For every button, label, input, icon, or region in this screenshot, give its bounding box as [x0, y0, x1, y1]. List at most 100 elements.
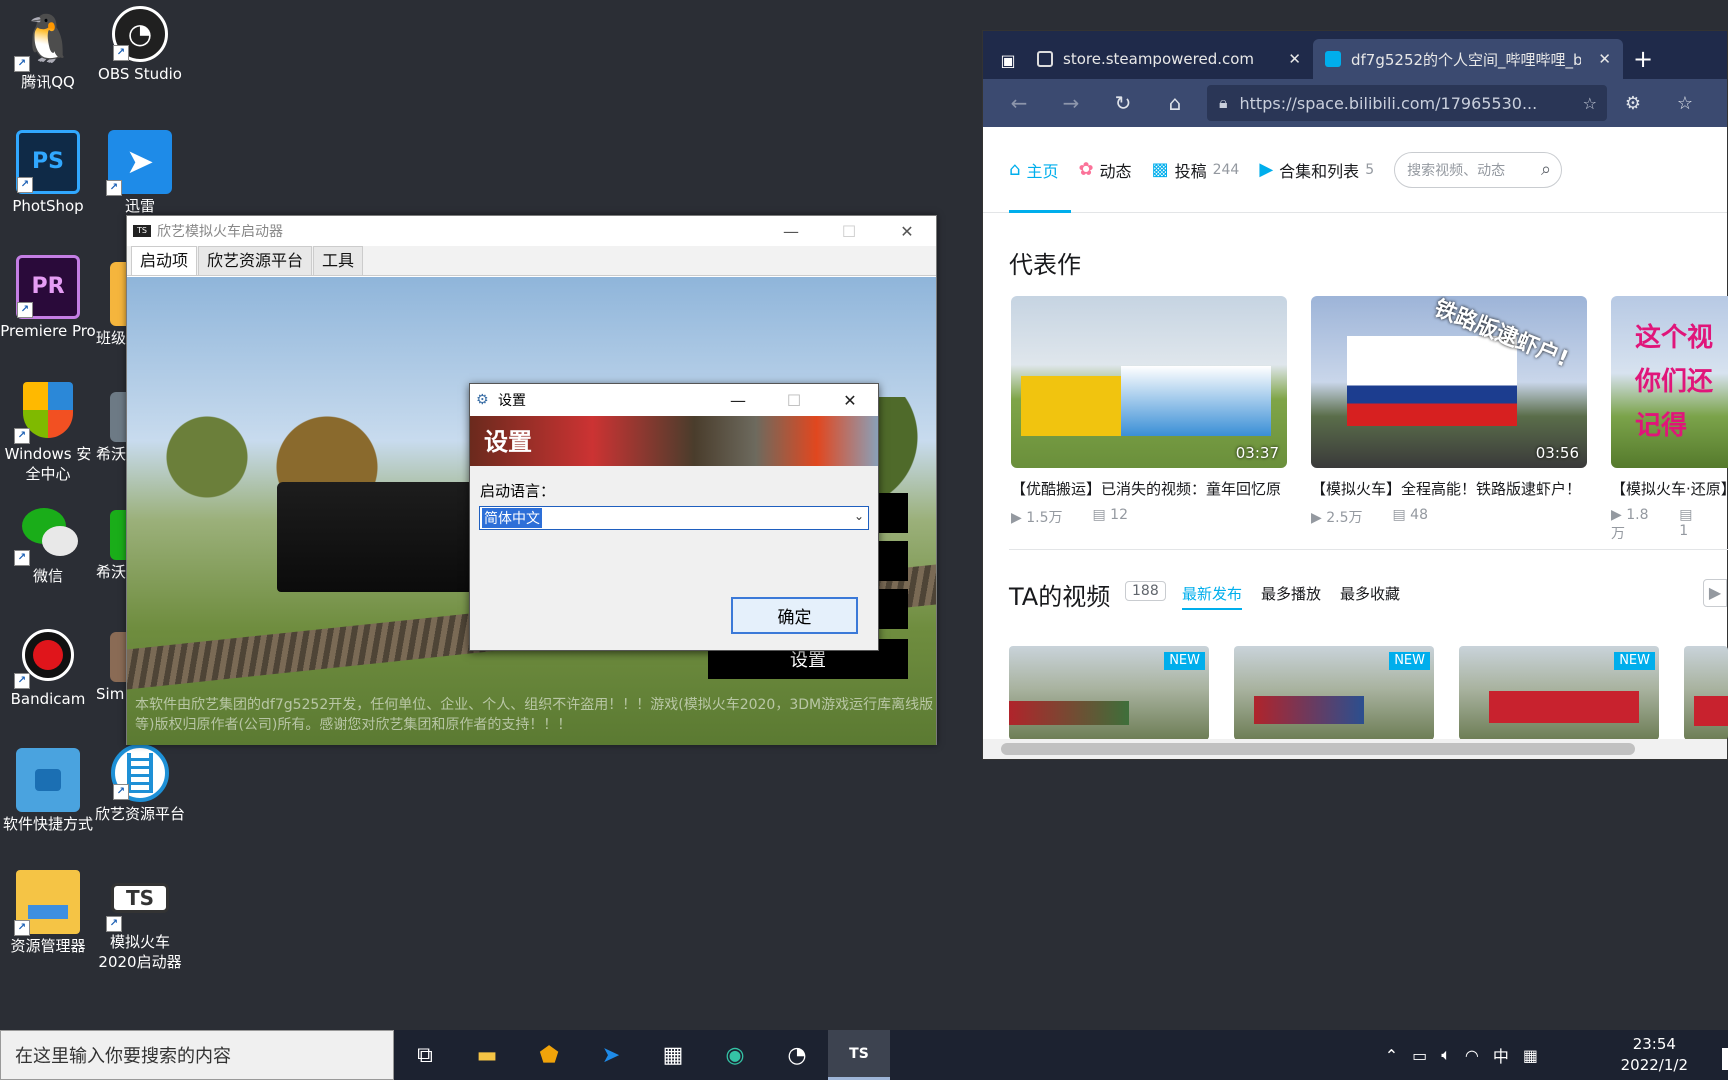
featured-video-card[interactable]: 03:37 【优酷搬运】已消失的视频：童年回忆原 ▶ 1.5万 ▤ 12 — [1011, 296, 1287, 527]
new-badge: NEW — [1389, 652, 1430, 670]
bilibili-icon — [1325, 51, 1341, 67]
system-tray: ⌃ ▭ 🔈︎ ◠ 中 ▦ — [1371, 1030, 1538, 1080]
chevron-up-icon[interactable]: ⌃ — [1385, 1046, 1398, 1065]
browser-tab-bilibili[interactable]: df7g5252的个人空间_哔哩哔哩_b ✕ — [1313, 39, 1623, 79]
browser-tab-steam[interactable]: store.steampowered.com ✕ — [1025, 39, 1313, 79]
ime-mode-icon[interactable]: ▦ — [1523, 1046, 1538, 1065]
clock-time: 23:54 — [1632, 1035, 1676, 1053]
tab-tools[interactable]: 工具 — [313, 246, 364, 275]
desktop-icon-obs[interactable]: ◔ ↗ OBS Studio — [92, 6, 188, 84]
featured-video-card[interactable]: 铁路版逮虾户! 03:56 【模拟火车】全程高能！铁路版逮虾户！ ▶ 2.5万 ▤… — [1311, 296, 1587, 527]
video-thumbnail[interactable]: 03:37 — [1011, 296, 1287, 468]
dialog-titlebar[interactable]: ⚙ 设置 — ☐ ✕ — [470, 384, 878, 416]
nav-home[interactable]: ⌂ 主页 — [1009, 158, 1058, 182]
desktop-icon-xunlei[interactable]: ➤ ↗ 迅雷 — [92, 130, 188, 216]
danmaku-count: ▤ 12 — [1092, 507, 1128, 523]
launcher-tabs: 启动项 欣艺资源平台 工具 — [127, 246, 936, 276]
dialog-minimize-button[interactable]: — — [710, 384, 766, 416]
collection-icon: ▶ — [1259, 159, 1274, 180]
new-tab-button[interactable]: + — [1623, 39, 1663, 79]
battery-icon[interactable]: ▭ — [1412, 1046, 1427, 1065]
video-thumbnail[interactable]: NEW — [1009, 646, 1209, 740]
desktop-icon-xinyi-platform[interactable]: ↗ 欣艺资源平台 — [92, 744, 188, 824]
lock-icon: 🔒︎ — [1219, 93, 1228, 112]
tab-resource-platform[interactable]: 欣艺资源平台 — [198, 246, 313, 275]
desktop-icon-bandicam[interactable]: ↗ Bandicam — [0, 623, 96, 709]
address-bar[interactable]: 🔒︎ https://space.bilibili.com/17965530..… — [1207, 85, 1607, 121]
language-select[interactable]: 简体中文 ⌄ — [479, 506, 869, 530]
minimize-button[interactable]: — — [762, 216, 820, 246]
video-thumbnail[interactable]: 铁路版逮虾户! 03:56 — [1311, 296, 1587, 468]
edge-icon[interactable]: ◉ — [704, 1030, 766, 1080]
video-tab-most-played[interactable]: 最多播放 — [1261, 583, 1321, 604]
launcher-titlebar[interactable]: TS 欣艺模拟火车启动器 — ☐ ✕ — [127, 216, 936, 246]
space-search-input[interactable]: 搜索视频、动态 ⌕ — [1394, 151, 1563, 188]
nav-dynamic[interactable]: ✿ 动态 — [1078, 158, 1131, 182]
back-button[interactable]: ← — [993, 91, 1045, 115]
video-thumbnail[interactable]: NEW — [1459, 646, 1659, 740]
task-view-icon[interactable]: ⧉ — [394, 1030, 456, 1080]
ts-app-icon: TS — [133, 225, 151, 237]
close-tab-icon[interactable]: ✕ — [1288, 50, 1301, 68]
obs-taskbar-icon[interactable]: ◔ — [766, 1030, 828, 1080]
featured-video-card[interactable]: 这个视 你们还记得 【模拟火车·还原】 ▶ 1.8万 ▤ 1 — [1611, 296, 1728, 543]
play-count: ▶ 1.5万 — [1011, 510, 1063, 526]
dialog-close-button[interactable]: ✕ — [822, 384, 878, 416]
browser-window: ▣ store.steampowered.com ✕ df7g5252的个人空间… — [982, 30, 1728, 760]
desktop-icon-premiere[interactable]: PR ↗ Premiere Pro — [0, 255, 96, 341]
forward-button[interactable]: → — [1045, 91, 1097, 115]
ts-launcher-taskbar-icon[interactable]: TS — [828, 1030, 890, 1080]
tab-actions-icon[interactable]: ▣ — [991, 41, 1025, 79]
wifi-icon[interactable]: ◠ — [1465, 1046, 1479, 1065]
store-icon[interactable]: ▦ — [642, 1030, 704, 1080]
address-toolbar: ← → ↻ ⌂ 🔒︎ https://space.bilibili.com/17… — [983, 79, 1727, 127]
security-shield-icon[interactable]: ⬟ — [518, 1030, 580, 1080]
video-title[interactable]: 【模拟火车·还原】 — [1611, 478, 1728, 499]
videos-count-badge: 188 — [1125, 581, 1166, 601]
desktop-icon-photoshop[interactable]: PS ↗ PhotShop — [0, 130, 96, 216]
volume-icon[interactable]: 🔈︎ — [1441, 1045, 1451, 1065]
tab-launch-items[interactable]: 启动项 — [131, 246, 198, 275]
favorites-icon[interactable]: ☆ — [1659, 93, 1711, 114]
desktop-icon-ts-launcher[interactable]: TS ↗ 模拟火车 2020启动器 — [92, 866, 188, 972]
clock[interactable]: 23:54 2022/1/2 — [1621, 1034, 1688, 1076]
language-value: 简体中文 — [482, 508, 542, 528]
video-thumbnail[interactable]: NEW — [1234, 646, 1434, 740]
maximize-button[interactable]: ☐ — [820, 216, 878, 246]
video-title[interactable]: 【优酷搬运】已消失的视频：童年回忆原 — [1011, 478, 1287, 499]
video-thumbnail[interactable]: 这个视 你们还记得 — [1611, 296, 1728, 468]
play-all-icon[interactable]: ▶ — [1703, 579, 1727, 607]
ime-indicator[interactable]: 中 — [1493, 1043, 1509, 1067]
video-tab-latest[interactable]: 最新发布 — [1182, 583, 1243, 610]
desktop-icon-wechat[interactable]: ↗ 微信 — [0, 500, 96, 586]
desktop-icon-windows-security[interactable]: ↗ Windows 安全中心 — [0, 378, 96, 484]
file-explorer-icon[interactable]: ▬ — [456, 1030, 518, 1080]
home-button[interactable]: ⌂ — [1149, 91, 1201, 115]
bandicam-icon: ↗ — [14, 623, 80, 689]
close-button[interactable]: ✕ — [878, 216, 936, 246]
play-count: ▶ 1.8万 — [1611, 507, 1649, 542]
dialog-maximize-button[interactable]: ☐ — [766, 384, 822, 416]
video-tab-most-favorited[interactable]: 最多收藏 — [1340, 583, 1400, 604]
ok-button[interactable]: 确定 — [731, 597, 858, 634]
danmaku-count: ▤ 48 — [1392, 507, 1428, 523]
video-title[interactable]: 【模拟火车】全程高能！铁路版逮虾户！ — [1311, 478, 1587, 499]
video-thumbnail[interactable] — [1684, 646, 1728, 740]
nav-uploads[interactable]: ▩ 投稿 244 — [1152, 158, 1240, 182]
desktop-icon-qq[interactable]: 🐧 ↗ 腾讯QQ — [0, 6, 96, 92]
xunlei-taskbar-icon[interactable]: ➤ — [580, 1030, 642, 1080]
show-desktop-button[interactable] — [1722, 1048, 1728, 1070]
extensions-icon[interactable]: ⚙ — [1607, 93, 1659, 114]
scrollbar-thumb[interactable] — [1001, 743, 1635, 755]
favorite-star-icon[interactable]: ☆ — [1583, 94, 1597, 113]
horizontal-scrollbar[interactable] — [983, 739, 1727, 759]
refresh-button[interactable]: ↻ — [1097, 91, 1149, 115]
nav-collections[interactable]: ▶ 合集和列表 5 — [1259, 158, 1374, 182]
play-count: ▶ 2.5万 — [1311, 510, 1363, 526]
desktop-icon-explorer[interactable]: ↗ 资源管理器 — [0, 870, 96, 956]
page-icon — [1037, 51, 1053, 67]
taskbar-search-input[interactable]: 在这里输入你要搜索的内容 — [0, 1030, 394, 1080]
close-tab-icon[interactable]: ✕ — [1598, 50, 1611, 68]
desktop-icon-shortcuts-folder[interactable]: 软件快捷方式 — [0, 748, 96, 834]
search-icon[interactable]: ⌕ — [1541, 159, 1551, 180]
